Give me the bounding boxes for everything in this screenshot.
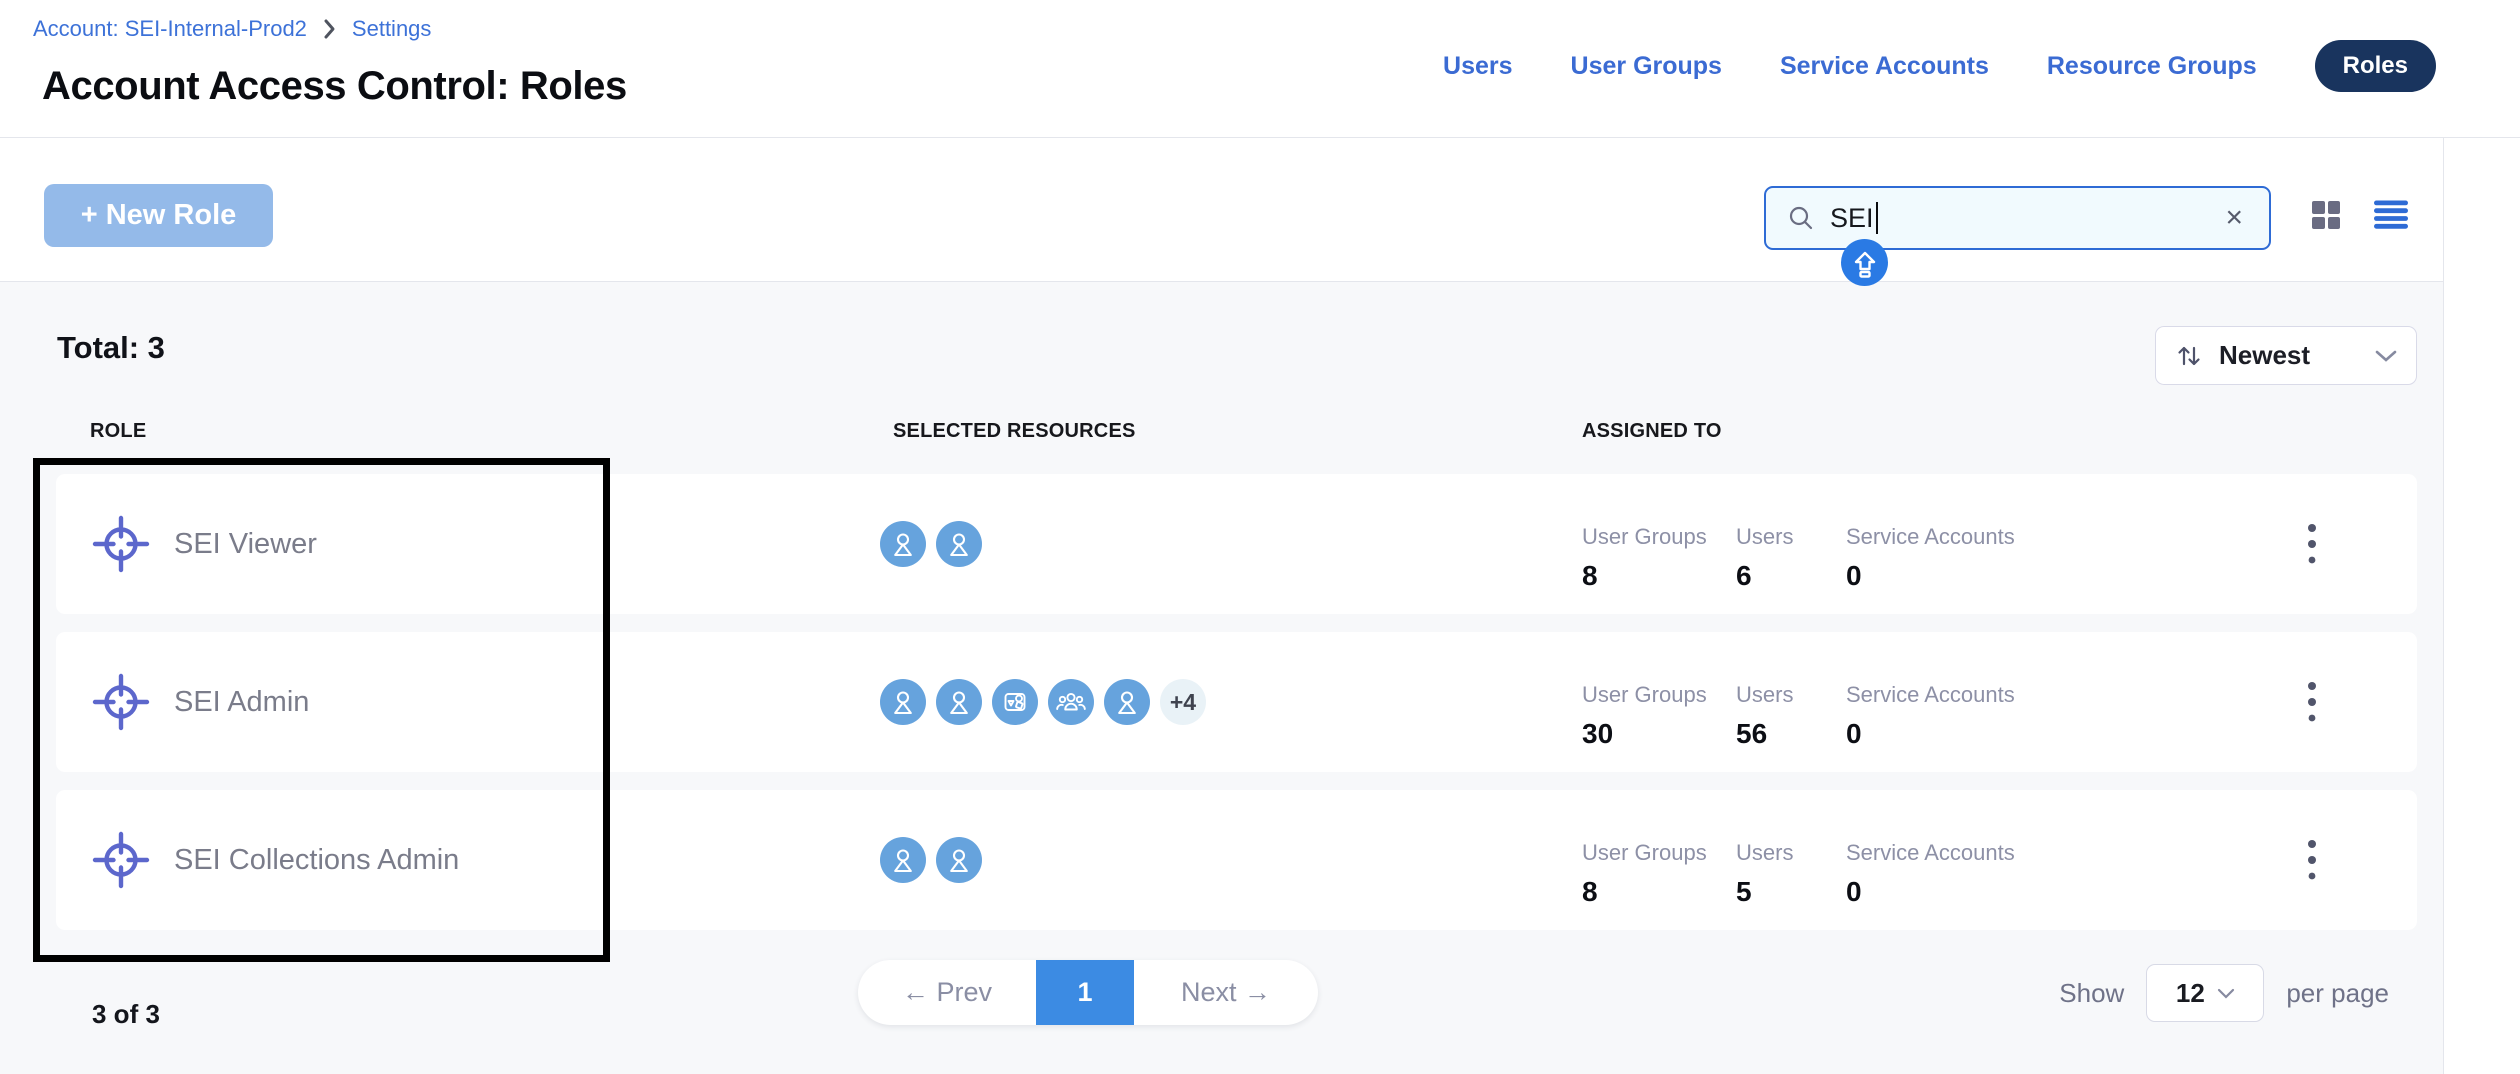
- next-page-button[interactable]: Next →: [1134, 960, 1318, 1025]
- current-page-button[interactable]: 1: [1036, 960, 1134, 1025]
- users-count: 5: [1736, 876, 1846, 908]
- service-accounts-label: Service Accounts: [1846, 524, 2076, 550]
- user-avatar-icon: [880, 679, 926, 725]
- header-divider: [0, 137, 2520, 138]
- user-avatar-icon: [880, 837, 926, 883]
- column-header-resources: SELECTED RESOURCES: [893, 420, 1136, 443]
- sort-selected-value: Newest: [2219, 340, 2310, 371]
- user-avatar-icon: [1104, 679, 1150, 725]
- row-menu-button[interactable]: [2288, 520, 2336, 568]
- row-menu-button[interactable]: [2288, 836, 2336, 884]
- list-view-toggle[interactable]: [2374, 200, 2408, 230]
- service-accounts-label: Service Accounts: [1846, 840, 2076, 866]
- new-role-button[interactable]: + New Role: [44, 184, 273, 247]
- role-crosshair-icon: [92, 515, 150, 573]
- chevron-down-icon: [2217, 988, 2235, 999]
- content-right-border: [2443, 137, 2444, 1074]
- role-cell: SEI Viewer: [92, 474, 317, 614]
- search-icon: [1786, 203, 1816, 233]
- user-avatar-icon: [936, 521, 982, 567]
- role-row[interactable]: SEI Collections Admin User Groups 8 Users…: [56, 790, 2417, 930]
- kebab-menu-icon: [2307, 522, 2317, 566]
- assigned-cell: User Groups 30 Users 56 Service Accounts 0: [1582, 682, 2076, 750]
- selected-resources: [880, 474, 982, 614]
- user-group-avatar-icon: [1048, 679, 1094, 725]
- access-control-tabs: Users User Groups Service Accounts Resou…: [1443, 40, 2436, 92]
- breadcrumb-settings-link[interactable]: Settings: [352, 16, 432, 42]
- role-row[interactable]: SEI Admin +4 User Groups 30 Users 56 Servi…: [56, 632, 2417, 772]
- role-cell: SEI Admin: [92, 632, 309, 772]
- selected-resources: +4: [880, 632, 1206, 772]
- service-accounts-count: 0: [1846, 718, 2076, 750]
- users-count: 6: [1736, 560, 1846, 592]
- page-size-select[interactable]: 12: [2146, 964, 2264, 1022]
- grid-view-icon: [2311, 218, 2341, 233]
- per-page-label: per page: [2286, 978, 2389, 1009]
- users-label: Users: [1736, 682, 1846, 708]
- pagination: ← Prev 1 Next →: [858, 960, 1318, 1025]
- column-header-assigned: ASSIGNED TO: [1582, 420, 1722, 443]
- tab-user-groups[interactable]: User Groups: [1571, 52, 1722, 81]
- sort-arrows-icon: [2174, 341, 2204, 371]
- page-size-control: Show 12 per page: [2059, 964, 2389, 1022]
- search-value: SEI: [1830, 203, 1874, 234]
- row-menu-button[interactable]: [2288, 678, 2336, 726]
- service-accounts-count: 0: [1846, 876, 2076, 908]
- list-view-icon: [2374, 218, 2408, 233]
- chevron-down-icon: [2374, 349, 2398, 363]
- users-label: Users: [1736, 524, 1846, 550]
- service-accounts-count: 0: [1846, 560, 2076, 592]
- kebab-menu-icon: [2307, 838, 2317, 882]
- tab-users[interactable]: Users: [1443, 52, 1513, 81]
- account-access-control-page: Account: SEI-Internal-Prod2 Settings Acc…: [0, 0, 2520, 1074]
- service-accounts-label: Service Accounts: [1846, 682, 2076, 708]
- results-range: 3 of 3: [92, 999, 160, 1030]
- grid-view-toggle[interactable]: [2311, 200, 2341, 230]
- user-groups-count: 8: [1582, 876, 1736, 908]
- role-row[interactable]: SEI Viewer User Groups 8 Users 6 Service A…: [56, 474, 2417, 614]
- dashboard-avatar-icon: [992, 679, 1038, 725]
- user-avatar-icon: [936, 679, 982, 725]
- breadcrumb: Account: SEI-Internal-Prod2 Settings: [33, 16, 431, 42]
- role-name: SEI Admin: [174, 686, 309, 719]
- user-groups-count: 8: [1582, 560, 1736, 592]
- column-header-role: ROLE: [90, 420, 146, 443]
- users-label: Users: [1736, 840, 1846, 866]
- assigned-cell: User Groups 8 Users 5 Service Accounts 0: [1582, 840, 2076, 908]
- users-count: 56: [1736, 718, 1846, 750]
- clear-search-button[interactable]: ×: [2219, 202, 2249, 234]
- user-groups-count: 30: [1582, 718, 1736, 750]
- tab-service-accounts[interactable]: Service Accounts: [1780, 52, 1989, 81]
- assigned-cell: User Groups 8 Users 6 Service Accounts 0: [1582, 524, 2076, 592]
- overflow-count-badge: +4: [1160, 679, 1206, 725]
- user-groups-label: User Groups: [1582, 524, 1736, 550]
- user-avatar-icon: [880, 521, 926, 567]
- breadcrumb-account-link[interactable]: Account: SEI-Internal-Prod2: [33, 16, 307, 42]
- page-title: Account Access Control: Roles: [42, 64, 627, 109]
- sort-dropdown[interactable]: Newest: [2155, 326, 2417, 385]
- user-groups-label: User Groups: [1582, 840, 1736, 866]
- breadcrumb-chevron-icon: [323, 18, 336, 40]
- role-name: SEI Viewer: [174, 528, 317, 561]
- caps-lock-indicator-icon: [1841, 239, 1888, 286]
- tab-roles-active[interactable]: Roles: [2315, 40, 2436, 92]
- user-groups-label: User Groups: [1582, 682, 1736, 708]
- page-size-value: 12: [2176, 978, 2205, 1009]
- kebab-menu-icon: [2307, 680, 2317, 724]
- search-input[interactable]: SEI ×: [1764, 186, 2271, 250]
- total-count: Total: 3: [57, 330, 165, 366]
- role-name: SEI Collections Admin: [174, 844, 459, 877]
- text-cursor: [1876, 202, 1879, 234]
- show-label: Show: [2059, 978, 2124, 1009]
- role-crosshair-icon: [92, 831, 150, 889]
- user-avatar-icon: [936, 837, 982, 883]
- tab-resource-groups[interactable]: Resource Groups: [2047, 52, 2257, 81]
- prev-page-button[interactable]: ← Prev: [858, 960, 1036, 1025]
- selected-resources: [880, 790, 982, 930]
- role-cell: SEI Collections Admin: [92, 790, 459, 930]
- role-crosshair-icon: [92, 673, 150, 731]
